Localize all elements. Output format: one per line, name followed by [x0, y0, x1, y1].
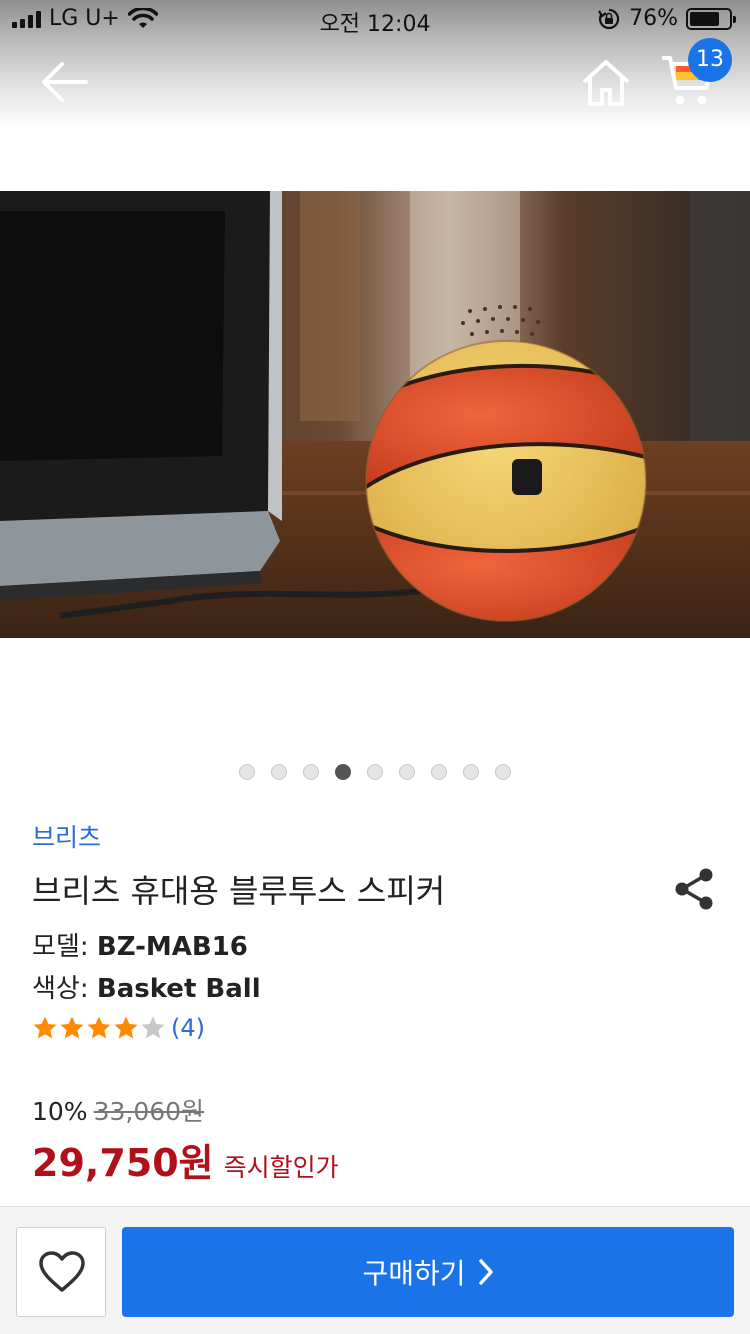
- battery-percent: 76%: [629, 6, 678, 31]
- cart-count-badge: 13: [688, 38, 732, 82]
- basketball-speaker-photo: [0, 191, 750, 638]
- gallery-dot[interactable]: [303, 764, 319, 780]
- sale-price-note: 즉시할인가: [223, 1153, 339, 1182]
- status-right: 76%: [597, 6, 736, 31]
- home-button[interactable]: [580, 58, 632, 108]
- original-price: 33,060원: [93, 1097, 205, 1126]
- product-title: 브리츠 휴대용 블루투스 스피커: [32, 872, 446, 910]
- gallery-dot[interactable]: [271, 764, 287, 780]
- gallery-dot[interactable]: [239, 764, 255, 780]
- gallery-pagination[interactable]: [0, 764, 750, 780]
- gallery-dot[interactable]: [463, 764, 479, 780]
- home-icon: [582, 60, 630, 106]
- discount-row: 10% 33,060원: [32, 1092, 204, 1128]
- star-filled-icon: [114, 1016, 138, 1039]
- model-label: 모델:: [32, 932, 89, 962]
- back-button[interactable]: [36, 56, 92, 108]
- review-count[interactable]: (4): [171, 1014, 205, 1042]
- chevron-right-icon: [478, 1259, 493, 1285]
- rating-row[interactable]: (4): [32, 1014, 205, 1042]
- rating-stars: [32, 1015, 167, 1041]
- heart-icon: [39, 1251, 85, 1292]
- top-header: LG U+ 오전 12:04 76% 13: [0, 0, 750, 130]
- battery-icon: [686, 7, 736, 30]
- color-value: Basket Ball: [96, 974, 261, 1004]
- brand-link[interactable]: 브리츠: [32, 818, 101, 854]
- share-icon: [675, 868, 713, 910]
- buy-button[interactable]: 구매하기: [122, 1227, 734, 1317]
- rotation-lock-icon: [598, 8, 620, 29]
- gallery-dot[interactable]: [399, 764, 415, 780]
- gallery-dot[interactable]: [335, 764, 351, 780]
- color-label: 색상:: [32, 974, 89, 1004]
- color-spec: 색상: Basket Ball: [32, 968, 261, 1005]
- sale-price: 29,750원: [32, 1141, 214, 1185]
- gallery-dot[interactable]: [431, 764, 447, 780]
- model-value: BZ-MAB16: [96, 932, 248, 962]
- status-bar: LG U+ 오전 12:04 76%: [0, 0, 750, 40]
- wishlist-button[interactable]: [16, 1227, 106, 1317]
- star-filled-icon: [87, 1016, 111, 1039]
- price-row: 29,750원 즉시할인가: [32, 1132, 339, 1187]
- star-filled-icon: [60, 1016, 84, 1039]
- gallery-dot[interactable]: [495, 764, 511, 780]
- gallery-dot[interactable]: [367, 764, 383, 780]
- arrow-left-icon: [42, 62, 88, 102]
- star-empty-icon: [141, 1016, 165, 1039]
- star-filled-icon: [33, 1016, 57, 1039]
- product-image[interactable]: [0, 191, 750, 638]
- discount-rate: 10%: [32, 1097, 88, 1126]
- bottom-action-bar: 구매하기: [0, 1206, 750, 1334]
- share-button[interactable]: [672, 866, 716, 912]
- model-spec: 모델: BZ-MAB16: [32, 926, 248, 963]
- buy-button-label: 구매하기: [362, 1257, 466, 1290]
